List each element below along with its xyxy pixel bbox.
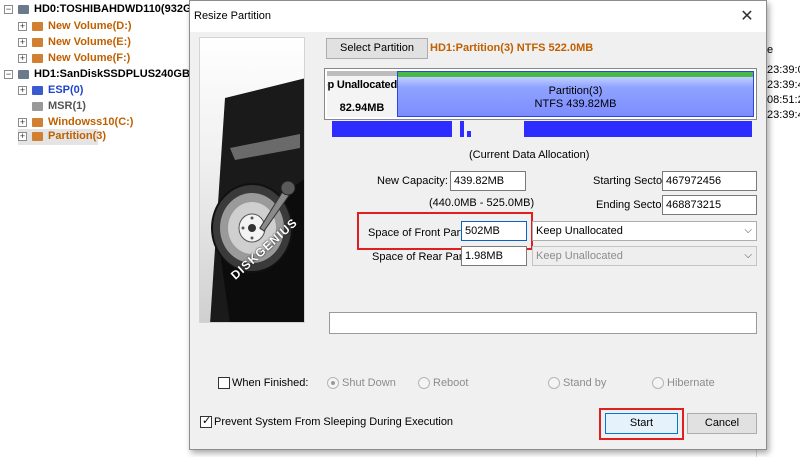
time-cell: 23:39:0 <box>767 64 800 76</box>
front-space-input[interactable]: 502MB <box>461 221 527 241</box>
capacity-range-label: (440.0MB - 525.0MB) <box>429 197 535 209</box>
expand-icon[interactable]: + <box>18 38 27 47</box>
ending-sector-input[interactable]: 468873215 <box>662 195 757 215</box>
collapse-icon[interactable]: − <box>4 70 13 79</box>
volume-icon <box>32 38 43 47</box>
disk-icon <box>18 5 29 14</box>
radio-stand-by[interactable] <box>548 377 560 389</box>
select-partition-button[interactable]: Select Partition <box>326 38 428 59</box>
resize-partition-dialog: Resize Partition ✕ DISKGENIUS Select Par… <box>189 0 767 450</box>
dialog-titlebar[interactable]: Resize Partition ✕ <box>190 1 766 32</box>
chevron-down-icon: ⌵ <box>744 250 752 261</box>
volume-icon <box>32 86 43 95</box>
volume-icon <box>32 22 43 31</box>
new-capacity-input[interactable]: 439.82MB <box>450 171 526 191</box>
rear-space-select: Keep Unallocated ⌵ <box>532 246 757 266</box>
expand-icon[interactable]: + <box>18 86 27 95</box>
shut-down-label: Shut Down <box>342 377 396 389</box>
front-space-select[interactable]: Keep Unallocated ⌵ <box>532 221 757 241</box>
hibernate-label: Hibernate <box>667 377 715 389</box>
start-button[interactable]: Start <box>605 413 678 434</box>
column-header: e <box>767 44 774 56</box>
expand-icon[interactable]: + <box>18 22 27 31</box>
volume-icon <box>32 102 43 111</box>
front-space-option: Keep Unallocated <box>536 225 623 237</box>
partition-segment[interactable]: Partition(3) NTFS 439.82MB <box>397 71 754 117</box>
radio-hibernate[interactable] <box>652 377 664 389</box>
unallocated-segment[interactable]: Keep Unallocated 82.94MB <box>327 71 397 117</box>
tree-item-partition3[interactable]: + Partition(3) <box>18 129 106 145</box>
time-cell: 23:39:4 <box>767 79 800 91</box>
expand-icon[interactable]: + <box>18 132 27 141</box>
starting-sector-label: Starting Sector: <box>593 175 669 187</box>
data-allocation-bar <box>524 121 752 137</box>
radio-reboot[interactable] <box>418 377 430 389</box>
close-icon[interactable]: ✕ <box>728 1 766 32</box>
time-cell: 23:39:4 <box>767 109 800 121</box>
partition-name: Partition(3) <box>548 85 603 97</box>
disk-icon <box>18 70 29 79</box>
allocation-caption: (Current Data Allocation) <box>469 149 590 161</box>
new-capacity-label: New Capacity: <box>377 175 448 187</box>
chevron-down-icon: ⌵ <box>744 225 752 236</box>
rear-space-option: Keep Unallocated <box>536 250 623 262</box>
volume-icon <box>32 132 43 141</box>
rear-space-input[interactable]: 1.98MB <box>461 246 527 266</box>
front-space-label: Space of Front Part: <box>368 227 467 239</box>
data-allocation-bar <box>467 131 471 137</box>
unallocated-size: 82.94MB <box>339 102 385 114</box>
partition-map[interactable]: Keep Unallocated 82.94MB Partition(3) NT… <box>324 68 757 120</box>
volume-icon <box>32 54 43 63</box>
partition-detail: NTFS 439.82MB <box>534 98 617 110</box>
when-finished-label: When Finished: <box>232 377 309 389</box>
prevent-sleep-checkbox[interactable]: ✓ <box>200 415 212 428</box>
ending-sector-label: Ending Sector: <box>596 199 669 211</box>
diskgenius-logo: DISKGENIUS <box>199 37 305 323</box>
disk-tree-panel: − HD0:TOSHIBAHDWD110(932GB + New Volume(… <box>0 0 206 457</box>
starting-sector-input[interactable]: 467972456 <box>662 171 757 191</box>
checkmark-icon: ✓ <box>202 415 212 427</box>
time-cell: 08:51:2 <box>767 94 800 106</box>
dialog-title: Resize Partition <box>194 10 272 22</box>
expand-icon[interactable]: + <box>18 54 27 63</box>
stand-by-label: Stand by <box>563 377 607 389</box>
partition-info-label: HD1:Partition(3) NTFS 522.0MB <box>430 42 594 54</box>
hard-disk-icon <box>210 78 304 322</box>
collapse-icon[interactable]: − <box>4 5 13 14</box>
rear-space-label: Space of Rear Part: <box>372 251 469 263</box>
unallocated-label: Keep Unallocated <box>327 79 397 91</box>
when-finished-checkbox[interactable] <box>218 377 230 389</box>
reboot-label: Reboot <box>433 377 469 389</box>
cancel-button[interactable]: Cancel <box>687 413 757 434</box>
prevent-sleep-label: Prevent System From Sleeping During Exec… <box>214 416 454 428</box>
data-allocation-bar <box>460 121 464 137</box>
progress-bar <box>329 312 757 334</box>
volume-icon <box>32 118 43 127</box>
radio-shut-down[interactable] <box>327 377 339 389</box>
data-allocation-bar <box>332 121 452 137</box>
expand-icon[interactable]: + <box>18 118 27 127</box>
